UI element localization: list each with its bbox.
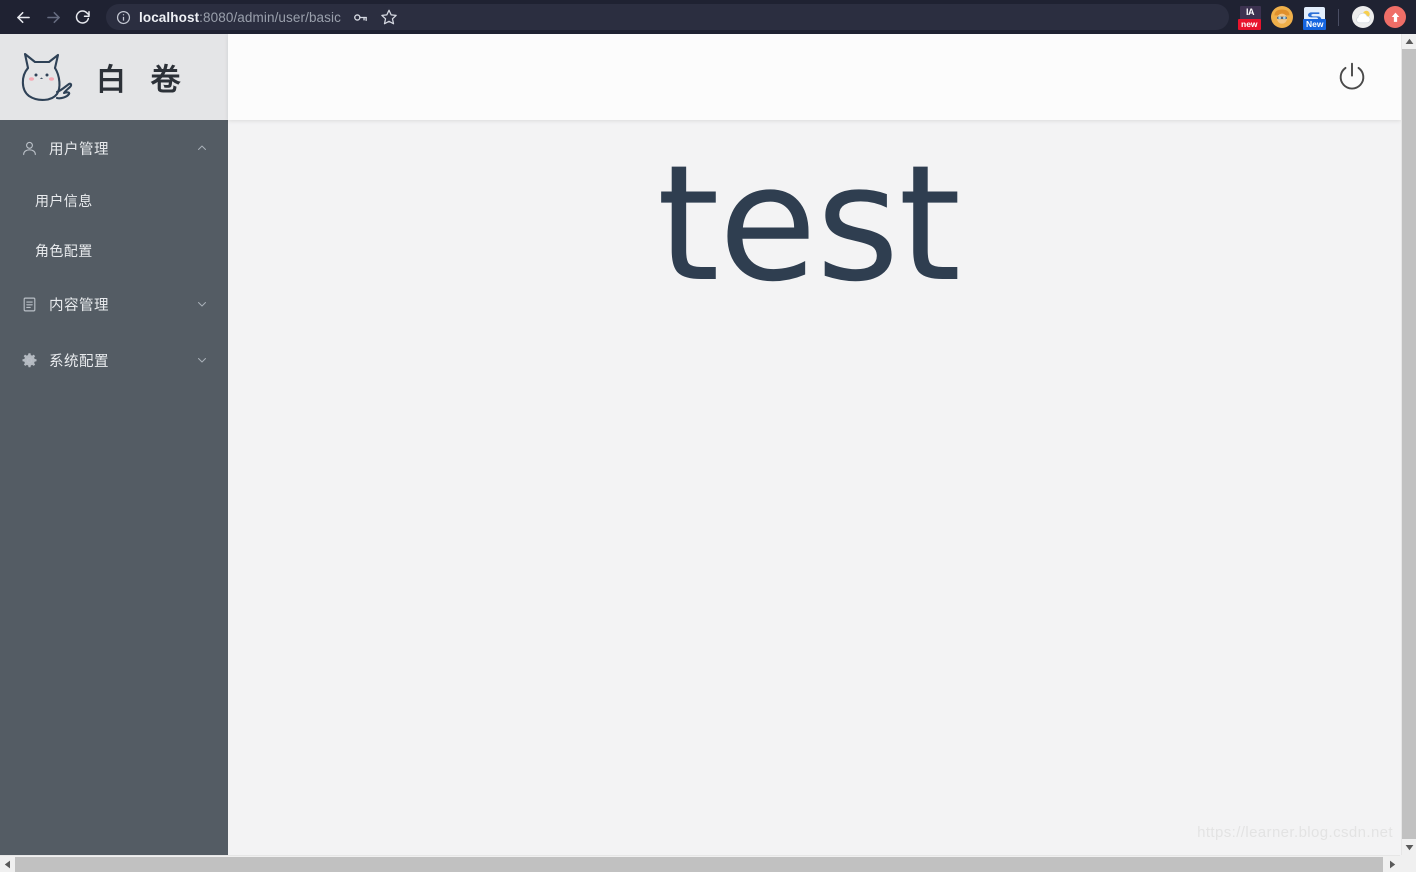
vertical-scrollbar[interactable]: [1401, 34, 1416, 855]
gear-icon: [18, 349, 40, 371]
forward-arrow-icon[interactable]: [38, 2, 68, 32]
sidebar-item-label: 用户管理: [49, 141, 109, 158]
upload-arrow-icon[interactable]: [1382, 4, 1408, 30]
sidebar-item-user-management[interactable]: 用户管理: [0, 120, 228, 176]
omnibox-actions: [347, 4, 403, 30]
user-icon: [18, 137, 40, 159]
url-path: :8080/admin/user/basic: [199, 9, 341, 25]
back-arrow-icon[interactable]: [8, 2, 38, 32]
document-icon: [18, 293, 40, 315]
scroll-right-arrow[interactable]: [1385, 856, 1400, 872]
watermark-text: https://learner.blog.csdn.net: [1197, 824, 1393, 841]
browser-toolbar: localhost:8080/admin/user/basic IA new N…: [0, 0, 1416, 34]
sidebar-subitem-label: 用户信息: [35, 194, 93, 210]
weather-extension-icon[interactable]: [1350, 4, 1376, 30]
page-viewport: 白 卷 用户管理 用户信息 角色配置 内容管理 系统配置 test https:…: [0, 34, 1401, 855]
chevron-down-icon[interactable]: [196, 354, 208, 366]
avatar-extension-icon[interactable]: [1269, 4, 1295, 30]
bookmark-star-icon[interactable]: [375, 4, 403, 30]
url-text: localhost:8080/admin/user/basic: [139, 10, 341, 25]
brand-area[interactable]: 白 卷: [0, 34, 228, 120]
sidebar-subitem-label: 角色配置: [35, 244, 93, 260]
sidebar-subitem-role-config[interactable]: 角色配置: [0, 226, 228, 276]
app-title: 白 卷: [96, 63, 188, 98]
sidebar-item-label: 内容管理: [49, 297, 109, 314]
reload-icon[interactable]: [68, 2, 98, 32]
url-host: localhost: [139, 9, 200, 25]
sidebar-item-label: 系统配置: [49, 353, 109, 370]
sidebar-item-system-config[interactable]: 系统配置: [0, 332, 228, 388]
app-header: [228, 34, 1401, 120]
ia-extension-icon[interactable]: IA new: [1237, 4, 1263, 30]
chevron-down-icon[interactable]: [196, 298, 208, 310]
scroll-left-arrow[interactable]: [0, 856, 15, 872]
address-bar[interactable]: localhost:8080/admin/user/basic: [106, 4, 1229, 30]
sidebar-menu: 用户管理 用户信息 角色配置 内容管理 系统配置: [0, 120, 228, 388]
horizontal-scrollbar-thumb[interactable]: [15, 857, 1383, 872]
scroll-down-arrow[interactable]: [1402, 840, 1416, 855]
scroll-up-arrow[interactable]: [1402, 34, 1416, 49]
s-new-badge: New: [1303, 19, 1327, 30]
sidebar-item-content-management[interactable]: 内容管理: [0, 276, 228, 332]
cat-logo-icon: [8, 46, 78, 108]
content-area: test https://learner.blog.csdn.net: [228, 120, 1401, 855]
sidebar-subitem-user-basic[interactable]: 用户信息: [0, 176, 228, 226]
power-logout-icon[interactable]: [1331, 56, 1373, 98]
extension-icons: IA new New: [1229, 4, 1408, 30]
password-key-icon[interactable]: [347, 4, 375, 30]
main-column: test https://learner.blog.csdn.net: [228, 34, 1401, 855]
ia-new-badge: new: [1238, 19, 1261, 30]
sidebar: 白 卷 用户管理 用户信息 角色配置 内容管理 系统配置: [0, 34, 228, 855]
s-extension-icon[interactable]: New: [1301, 4, 1327, 30]
scrollbar-corner: [1400, 855, 1416, 872]
page-title: test: [656, 130, 961, 317]
horizontal-scrollbar[interactable]: [0, 855, 1416, 872]
chevron-up-icon[interactable]: [196, 142, 208, 154]
site-info-icon[interactable]: [116, 10, 131, 25]
vertical-scrollbar-thumb[interactable]: [1402, 49, 1416, 839]
toolbar-divider: [1338, 8, 1339, 26]
